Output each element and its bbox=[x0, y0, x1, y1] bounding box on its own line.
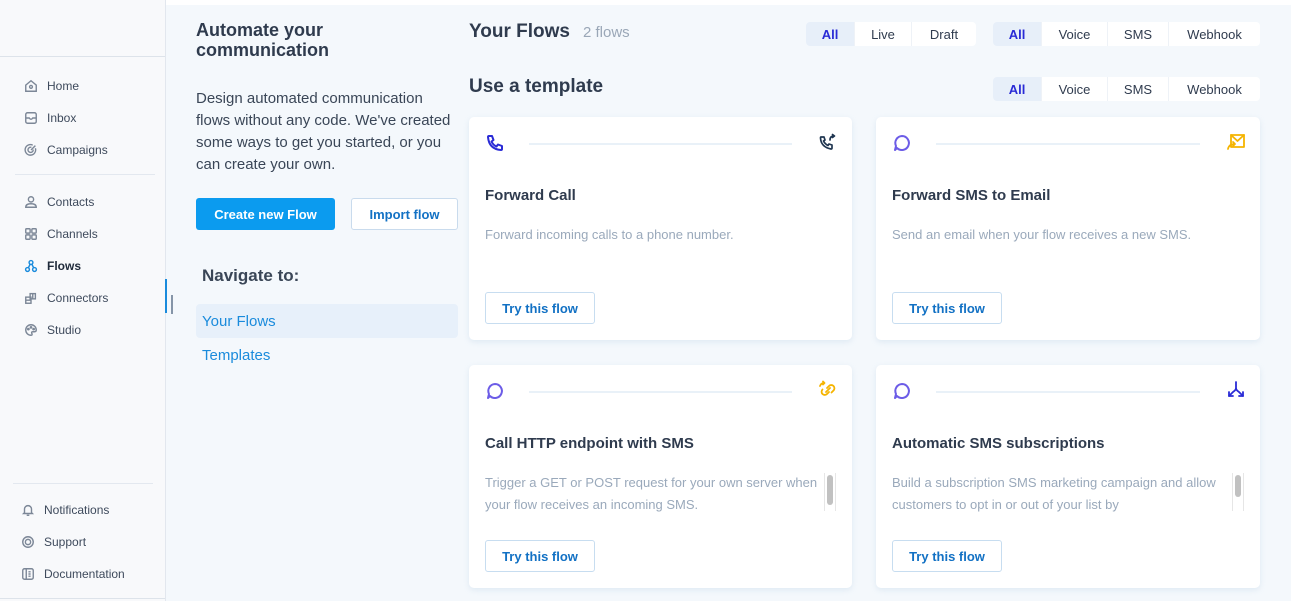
connectors-icon bbox=[24, 291, 38, 305]
campaigns-icon bbox=[24, 143, 38, 157]
template-description: Send an email when your flow receives a … bbox=[892, 227, 1192, 242]
inbox-icon bbox=[24, 111, 38, 125]
studio-icon bbox=[24, 323, 38, 337]
nav-link-your-flows[interactable]: Your Flows bbox=[196, 304, 458, 338]
phone-icon bbox=[485, 133, 505, 153]
templates-type-filter: All Voice SMS Webhook bbox=[993, 77, 1260, 101]
documentation-icon bbox=[21, 567, 35, 581]
flows-icon bbox=[24, 259, 38, 273]
email-forward-icon bbox=[1226, 132, 1246, 152]
sidebar-item-support[interactable]: Support bbox=[21, 532, 86, 552]
try-this-flow-button[interactable]: Try this flow bbox=[485, 292, 595, 324]
template-description: Forward incoming calls to a phone number… bbox=[485, 227, 734, 242]
page-title: Automate your communication bbox=[196, 20, 330, 60]
contacts-icon bbox=[24, 195, 38, 209]
sidebar-item-contacts[interactable]: Contacts bbox=[24, 192, 94, 212]
sidebar-item-label: Connectors bbox=[47, 291, 109, 305]
home-icon bbox=[24, 79, 38, 93]
sidebar-item-studio[interactable]: Studio bbox=[24, 320, 81, 340]
try-this-flow-button[interactable]: Try this flow bbox=[485, 540, 595, 572]
chat-bubble-icon bbox=[892, 381, 912, 401]
flows-count: 2 flows bbox=[583, 24, 630, 41]
sidebar-item-label: Support bbox=[44, 535, 87, 549]
flow-connector-line bbox=[529, 391, 792, 393]
sidebar-item-channels[interactable]: Channels bbox=[24, 224, 98, 244]
template-card: Automatic SMS subscriptions Build a subs… bbox=[876, 365, 1260, 588]
flows-type-filter: All Voice SMS Webhook bbox=[993, 22, 1260, 46]
templates-heading: Use a template bbox=[469, 76, 604, 97]
template-title: Call HTTP endpoint with SMS bbox=[485, 435, 694, 452]
sidebar-item-connectors[interactable]: Connectors bbox=[24, 288, 108, 308]
sidebar-item-flows[interactable]: Flows bbox=[24, 256, 81, 276]
header-strip bbox=[166, 0, 1291, 5]
sidebar-item-label: Inbox bbox=[47, 111, 77, 125]
sidebar-item-label: Home bbox=[47, 79, 80, 93]
type-filter-all[interactable]: All bbox=[993, 22, 1042, 46]
scrollbar-thumb[interactable] bbox=[827, 475, 833, 505]
status-filter-live[interactable]: Live bbox=[855, 22, 912, 46]
description-scrollbar[interactable] bbox=[1232, 473, 1244, 511]
sidebar-item-documentation[interactable]: Documentation bbox=[21, 564, 125, 584]
template-title: Automatic SMS subscriptions bbox=[892, 435, 1105, 452]
template-filter-sms[interactable]: SMS bbox=[1108, 77, 1169, 101]
create-new-flow-button[interactable]: Create new Flow bbox=[196, 198, 335, 230]
sidebar-item-campaigns[interactable]: Campaigns bbox=[24, 140, 108, 160]
template-card: Call HTTP endpoint with SMS Trigger a GE… bbox=[469, 365, 852, 588]
type-filter-sms[interactable]: SMS bbox=[1108, 22, 1169, 46]
template-title: Forward SMS to Email bbox=[892, 187, 1051, 204]
try-this-flow-button[interactable]: Try this flow bbox=[892, 292, 1002, 324]
description-scrollbar[interactable] bbox=[824, 473, 836, 511]
sidebar-divider bbox=[0, 598, 165, 599]
sidebar-item-label: Contacts bbox=[47, 195, 95, 209]
import-flow-button[interactable]: Import flow bbox=[351, 198, 458, 230]
sidebar-divider bbox=[0, 56, 165, 57]
split-arrows-icon bbox=[1226, 380, 1246, 400]
nav-link-templates[interactable]: Templates bbox=[196, 338, 458, 372]
sidebar: Home Inbox Campaigns Contacts Channels F… bbox=[0, 0, 166, 601]
template-description: Build a subscription SMS marketing campa… bbox=[892, 475, 1216, 512]
flow-connector-line bbox=[936, 391, 1200, 393]
phone-forward-icon bbox=[818, 132, 838, 152]
sidebar-item-label: Documentation bbox=[44, 567, 125, 581]
status-filter-draft[interactable]: Draft bbox=[912, 22, 976, 46]
sidebar-divider bbox=[15, 174, 155, 175]
sidebar-divider bbox=[13, 483, 153, 484]
template-filter-webhook[interactable]: Webhook bbox=[1169, 77, 1260, 101]
sidebar-item-label: Flows bbox=[47, 259, 82, 273]
page-description: Design automated communication flows wit… bbox=[196, 90, 451, 173]
chat-bubble-icon bbox=[485, 381, 505, 401]
sidebar-item-inbox[interactable]: Inbox bbox=[24, 108, 76, 128]
template-card: Forward Call Forward incoming calls to a… bbox=[469, 117, 852, 340]
template-filter-all[interactable]: All bbox=[993, 77, 1042, 101]
scrollbar-thumb[interactable] bbox=[1235, 475, 1241, 497]
try-this-flow-button[interactable]: Try this flow bbox=[892, 540, 1002, 572]
template-title: Forward Call bbox=[485, 187, 576, 204]
type-filter-voice[interactable]: Voice bbox=[1042, 22, 1108, 46]
sidebar-item-home[interactable]: Home bbox=[24, 76, 79, 96]
status-filter: All Live Draft bbox=[806, 22, 976, 46]
bell-icon bbox=[21, 503, 35, 517]
template-filter-voice[interactable]: Voice bbox=[1042, 77, 1108, 101]
intro-panel: Automate your communication Design autom… bbox=[196, 20, 461, 230]
flow-connector-line bbox=[529, 143, 792, 145]
panel-resize-handle[interactable] bbox=[171, 295, 173, 314]
template-description: Trigger a GET or POST request for your o… bbox=[485, 475, 818, 512]
sidebar-item-label: Channels bbox=[47, 227, 98, 241]
webhook-link-icon bbox=[818, 380, 838, 400]
flow-connector-line bbox=[936, 143, 1200, 145]
navigate-to-heading: Navigate to: bbox=[202, 266, 300, 285]
template-card: Forward SMS to Email Send an email when … bbox=[876, 117, 1260, 340]
type-filter-webhook[interactable]: Webhook bbox=[1169, 22, 1260, 46]
chat-bubble-icon bbox=[892, 133, 912, 153]
status-filter-all[interactable]: All bbox=[806, 22, 855, 46]
channels-icon bbox=[24, 227, 38, 241]
support-icon bbox=[21, 535, 35, 549]
sidebar-item-label: Notifications bbox=[44, 503, 110, 517]
sidebar-item-label: Campaigns bbox=[47, 143, 108, 157]
sidebar-item-label: Studio bbox=[47, 323, 82, 337]
sidebar-item-notifications[interactable]: Notifications bbox=[21, 500, 109, 520]
your-flows-heading: Your Flows bbox=[469, 21, 570, 42]
active-section-marker bbox=[165, 279, 167, 313]
